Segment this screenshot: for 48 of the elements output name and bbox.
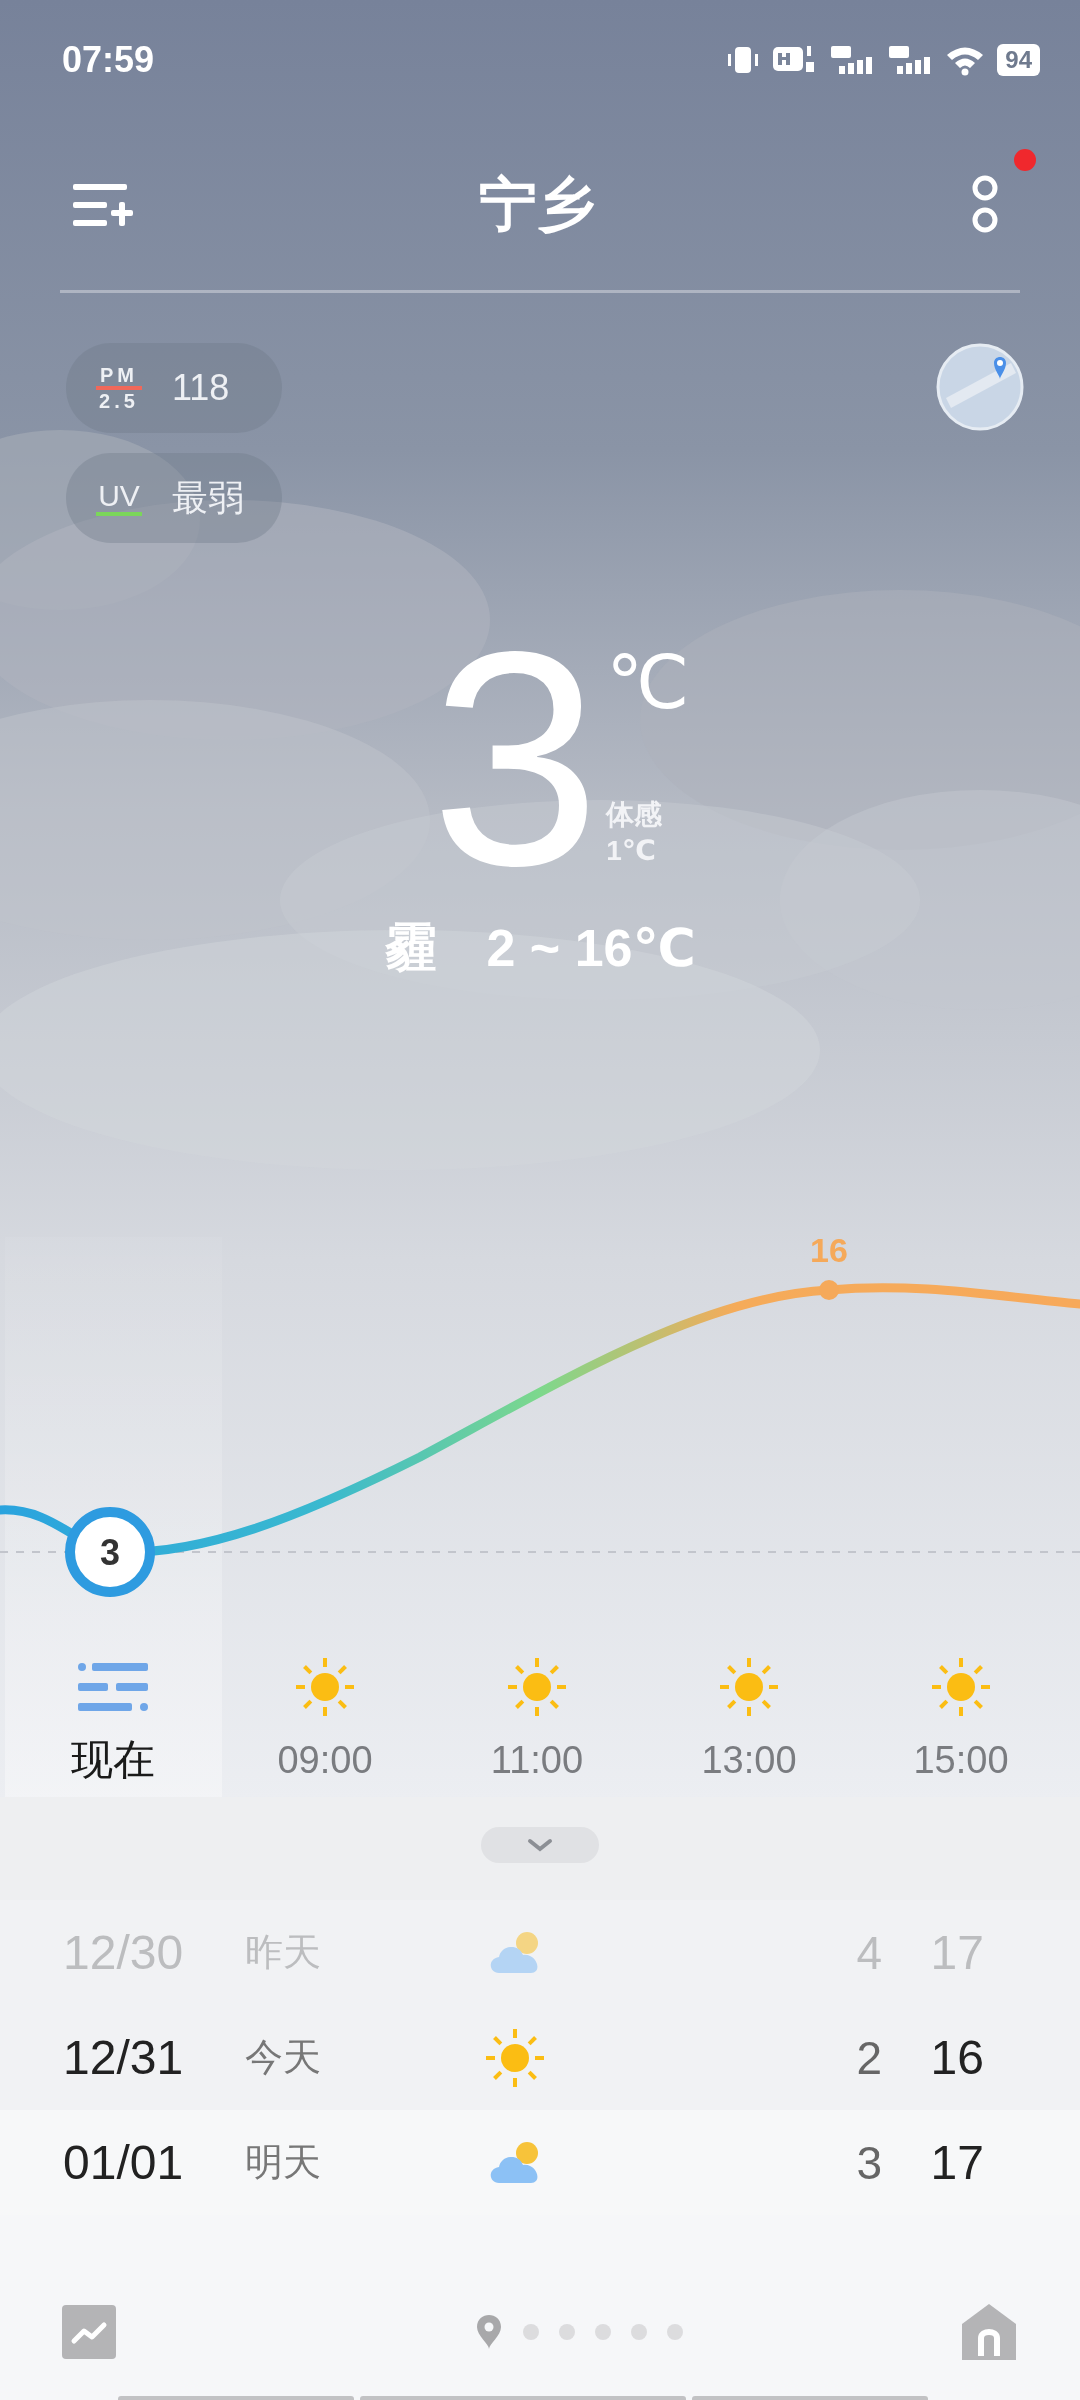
low-temperature: 2 (856, 2030, 882, 2085)
chevron-down-icon (527, 1838, 553, 1852)
high-temperature: 16 (929, 2030, 984, 2085)
sun-icon (507, 1657, 567, 1717)
peak-temperature: 16 (810, 1231, 848, 1269)
high-temperature: 17 (929, 2135, 984, 2190)
day-name: 明天 (245, 2140, 322, 2185)
trend-chart-icon[interactable] (62, 2305, 116, 2359)
status-time: 07:59 (62, 39, 155, 81)
index-chip[interactable]: PM 2.5 118 (66, 343, 282, 433)
sun-icon (931, 1657, 991, 1717)
hour-label[interactable]: 13:00 (701, 1735, 797, 1785)
day-name: 今天 (245, 2035, 322, 2080)
page-dot[interactable] (667, 2324, 683, 2340)
low-temperature: 3 (856, 2135, 882, 2190)
day-date: 01/01 (63, 2135, 185, 2190)
page-dot[interactable] (559, 2324, 575, 2340)
map-icon[interactable] (936, 343, 1024, 431)
current-point-value: 3 (100, 1532, 120, 1573)
day-date: 12/31 (63, 2030, 185, 2085)
peak-point (819, 1280, 839, 1300)
temperature-unit: ℃ (606, 643, 690, 723)
page-dot[interactable] (595, 2324, 611, 2340)
index-value: 118 (172, 367, 230, 409)
index-label: 2.5 (99, 390, 139, 412)
index-label: PM (100, 364, 138, 386)
hour-label[interactable]: 现在 (71, 1735, 155, 1785)
current-temperature: 3 (430, 609, 601, 909)
expand-button[interactable] (481, 1827, 599, 1863)
more-icon[interactable] (970, 175, 1000, 235)
home-icon[interactable] (962, 2304, 1016, 2360)
battery-indicator: 94 (997, 44, 1040, 76)
hour-label[interactable]: 15:00 (913, 1735, 1009, 1785)
index-label: UV (98, 480, 140, 512)
sun-icon (295, 1657, 355, 1717)
sun-icon (485, 2027, 545, 2088)
temperature-range: 2 ~ 16℃ (486, 918, 696, 978)
hour-label[interactable]: 11:00 (490, 1735, 584, 1785)
index-value: 最弱 (172, 475, 244, 520)
index-chip[interactable]: UV 最弱 (66, 453, 282, 543)
hour-label[interactable]: 09:00 (277, 1735, 373, 1785)
page-dot[interactable] (523, 2324, 539, 2340)
sun-icon (719, 1657, 779, 1717)
location-page-icon[interactable] (475, 2314, 503, 2350)
weather-condition: 霾 (384, 917, 437, 978)
add-city-icon[interactable] (73, 182, 133, 228)
city-title: 宁乡 (478, 170, 595, 238)
page-dot[interactable] (631, 2324, 647, 2340)
